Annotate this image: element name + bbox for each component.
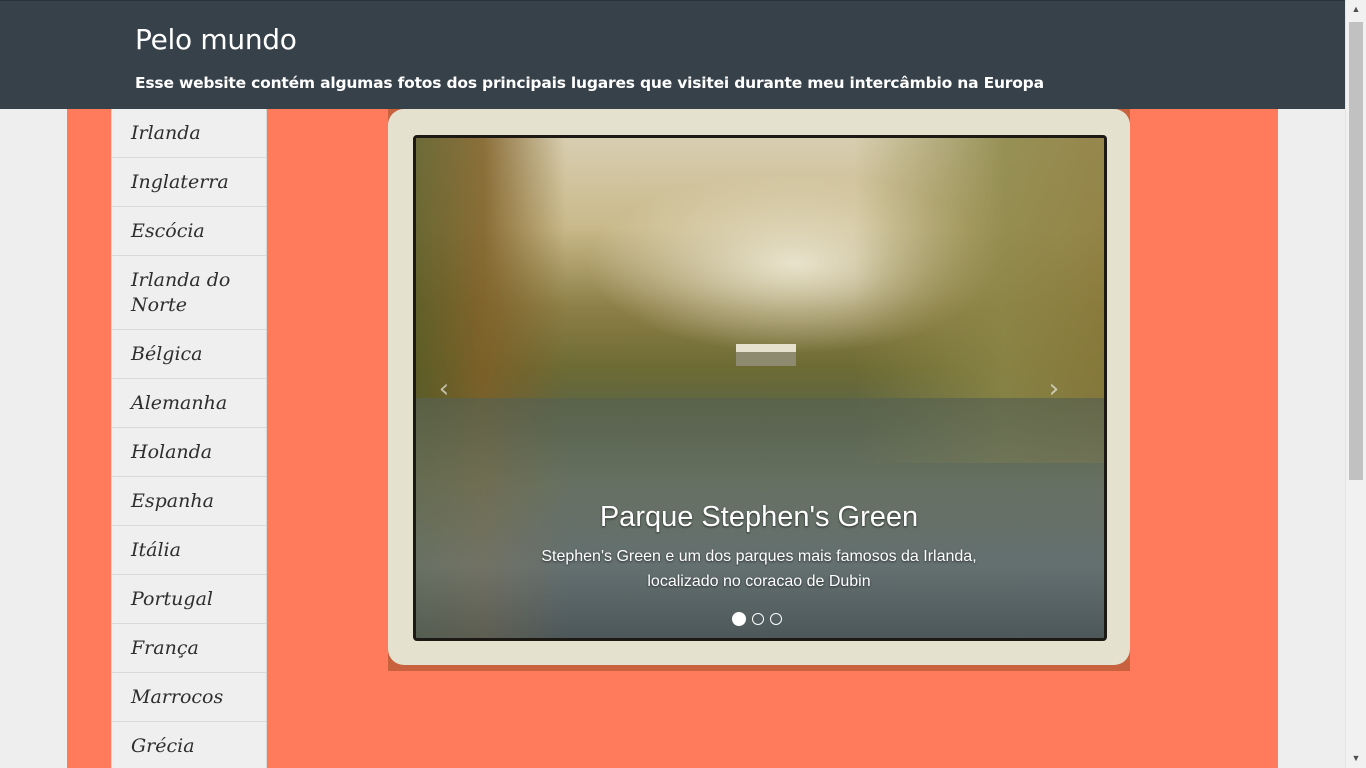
sidebar-item-alemanha[interactable]: Alemanha bbox=[112, 379, 266, 428]
slide-caption-text: Stephen's Green e um dos parques mais fa… bbox=[541, 548, 977, 590]
sidebar-item-holanda[interactable]: Holanda bbox=[112, 428, 266, 477]
photo-carousel: ‹ › Parque Stephen's Green Stephen's Gre… bbox=[388, 109, 1130, 671]
sidebar-item-marrocos[interactable]: Marrocos bbox=[112, 673, 266, 722]
carousel-indicator-1[interactable] bbox=[732, 612, 746, 626]
site-subtitle: Esse website contém algumas fotos dos pr… bbox=[135, 74, 1044, 92]
carousel-next-icon[interactable]: › bbox=[1039, 374, 1069, 404]
sidebar-item-inglaterra[interactable]: Inglaterra bbox=[112, 158, 266, 207]
carousel-indicators bbox=[732, 612, 782, 626]
country-sidebar: Irlanda Inglaterra Escócia Irlanda do No… bbox=[111, 109, 267, 768]
scroll-down-icon[interactable]: ▼ bbox=[1346, 750, 1366, 767]
sidebar-item-escocia[interactable]: Escócia bbox=[112, 207, 266, 256]
page-scrollbar[interactable]: ▲ ▼ bbox=[1345, 0, 1366, 768]
slide-caption-title: Parque Stephen's Green bbox=[599, 501, 919, 533]
sidebar-item-italia[interactable]: Itália bbox=[112, 526, 266, 575]
scroll-up-icon[interactable]: ▲ bbox=[1346, 1, 1366, 18]
sidebar-item-grecia[interactable]: Grécia bbox=[112, 722, 266, 768]
sidebar-item-franca[interactable]: França bbox=[112, 624, 266, 673]
sidebar-item-belgica[interactable]: Bélgica bbox=[112, 330, 266, 379]
sidebar-item-irlanda-do-norte[interactable]: Irlanda do Norte bbox=[112, 256, 266, 330]
carousel-indicator-2[interactable] bbox=[752, 613, 764, 625]
site-header: Pelo mundo Esse website contém algumas f… bbox=[0, 0, 1345, 109]
site-title: Pelo mundo bbox=[135, 23, 297, 56]
sidebar-item-portugal[interactable]: Portugal bbox=[112, 575, 266, 624]
gazebo bbox=[736, 344, 796, 366]
main-content: Irlanda Inglaterra Escócia Irlanda do No… bbox=[67, 109, 1278, 768]
scrollbar-thumb[interactable] bbox=[1349, 22, 1363, 480]
sidebar-item-espanha[interactable]: Espanha bbox=[112, 477, 266, 526]
carousel-prev-icon[interactable]: ‹ bbox=[429, 374, 459, 404]
carousel-indicator-3[interactable] bbox=[770, 613, 782, 625]
slide-caption: Parque Stephen's Green Stephen's Green e… bbox=[538, 497, 980, 594]
sidebar-item-irlanda[interactable]: Irlanda bbox=[112, 109, 266, 158]
